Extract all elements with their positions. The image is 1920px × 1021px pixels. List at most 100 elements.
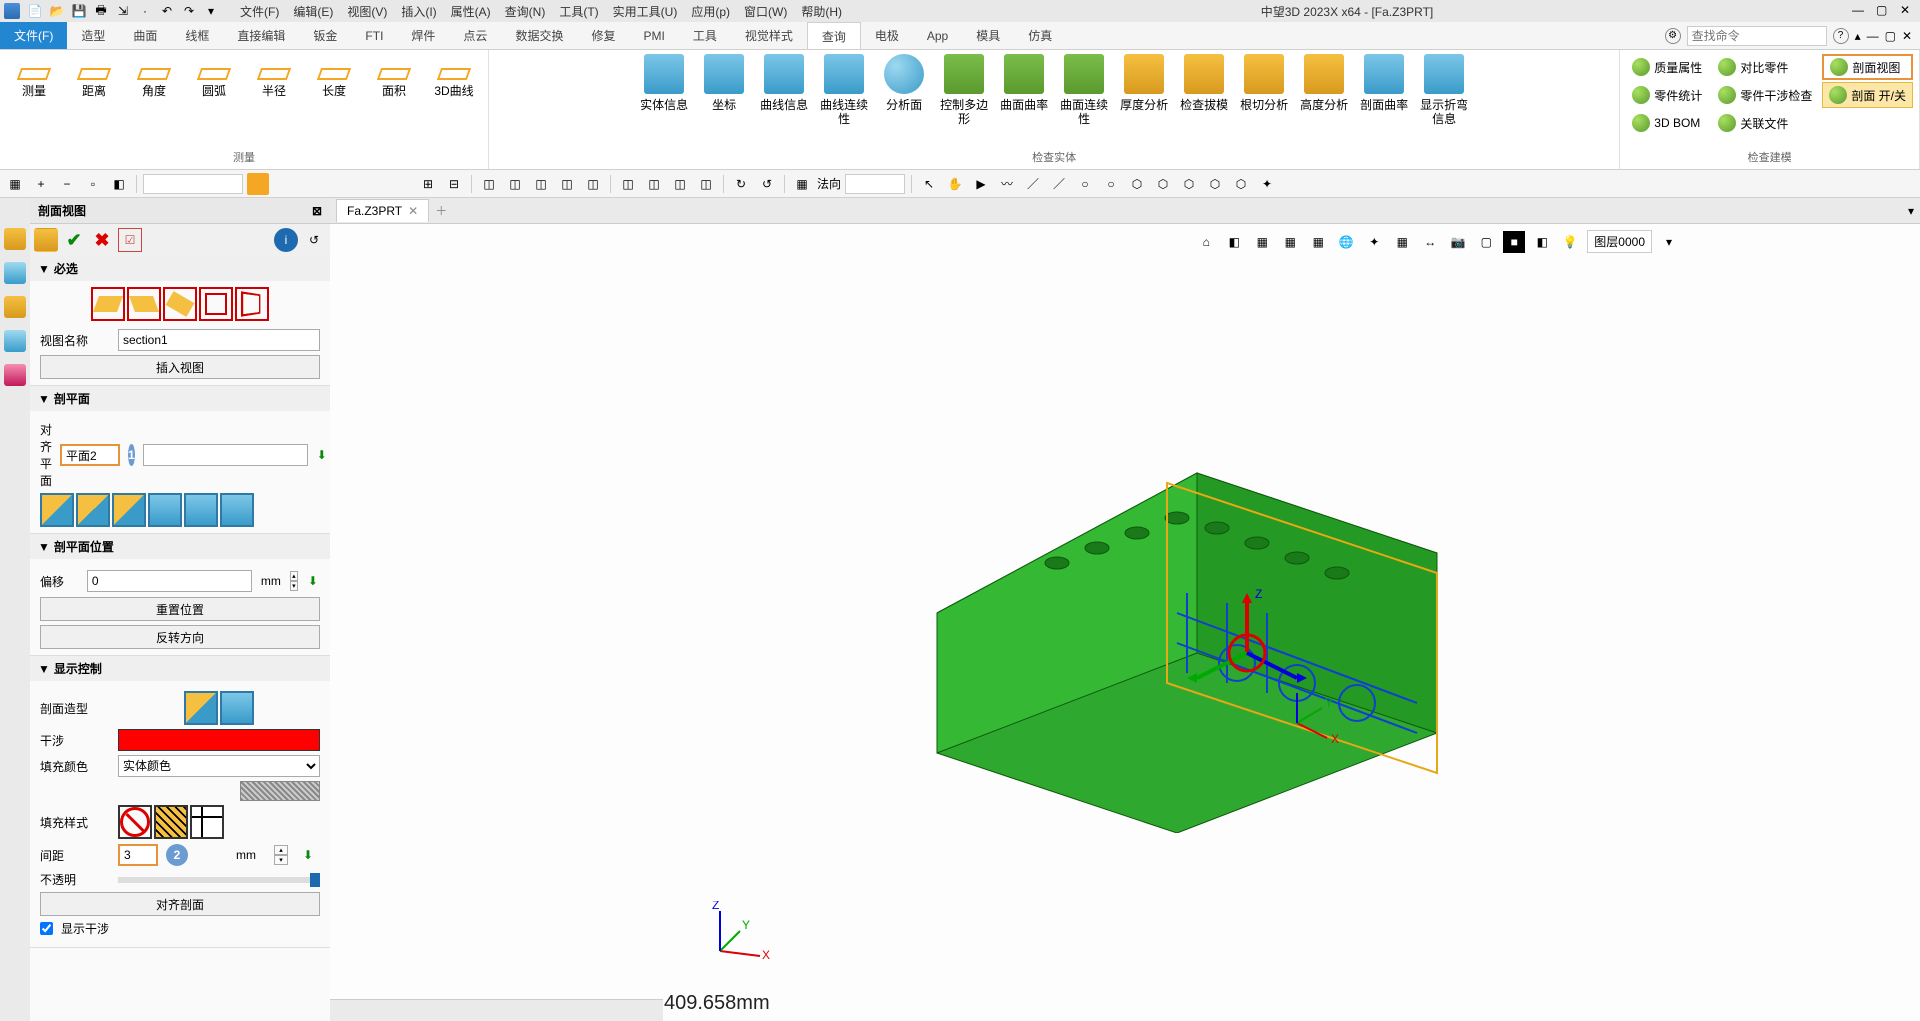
align-plane-input[interactable] [60, 444, 120, 466]
height-button[interactable]: 高度分析 [1296, 54, 1352, 112]
section-shape-2[interactable] [220, 691, 254, 725]
vt-cube3-icon[interactable]: ▦ [1307, 231, 1329, 253]
qat-redo-icon[interactable]: ↷ [180, 2, 198, 20]
tb-n-icon[interactable]: ▦ [791, 173, 813, 195]
vt-iso-icon[interactable]: ◧ [1223, 231, 1245, 253]
menu-insert[interactable]: 插入(I) [401, 3, 436, 20]
tb-e-icon[interactable]: ◫ [530, 173, 552, 195]
menu-tools[interactable]: 工具(T) [559, 3, 598, 20]
ribbon-tab-wireframe[interactable]: 线框 [171, 22, 223, 49]
tb-cube-icon[interactable]: ◧ [108, 173, 130, 195]
ribbon-tab-file[interactable]: 文件(F) [0, 22, 67, 49]
ribbon-tab-mold[interactable]: 模具 [962, 22, 1014, 49]
vt-cube2-icon[interactable]: ▦ [1279, 231, 1301, 253]
rail-btn-5[interactable] [4, 364, 26, 386]
qat-print-icon[interactable]: 🖶 [92, 2, 110, 20]
curve3d-button[interactable]: 3D曲线 [426, 54, 482, 98]
ribbon-tab-directedit[interactable]: 直接编辑 [223, 22, 299, 49]
surfcurv-button[interactable]: 曲面曲率 [996, 54, 1052, 112]
minimize-icon[interactable]: — [1852, 3, 1868, 19]
align-plane-picker-icon[interactable]: ⬇ [316, 443, 328, 467]
curvecont-button[interactable]: 曲线连续性 [816, 54, 872, 126]
tb-a-icon[interactable]: ⊞ [417, 173, 439, 195]
tb-play-icon[interactable]: ▶ [970, 173, 992, 195]
offset-picker-icon[interactable]: ⬇ [306, 569, 320, 593]
reset-position-button[interactable]: 重置位置 [40, 597, 320, 621]
tb-h-icon[interactable]: ◫ [617, 173, 639, 195]
maximize-icon[interactable]: ▢ [1876, 3, 1892, 19]
document-tab[interactable]: Fa.Z3PRT ✕ [336, 199, 429, 222]
bendinfo-button[interactable]: 显示折弯信息 [1416, 54, 1472, 126]
tb-sketch2-icon[interactable]: ／ [1022, 173, 1044, 195]
entityinfo-button[interactable]: 实体信息 [636, 54, 692, 112]
ribbon-tab-fti[interactable]: FTI [351, 22, 397, 49]
menu-apps[interactable]: 应用(p) [691, 3, 730, 20]
plane-preset-3[interactable] [112, 493, 146, 527]
hatch-grid[interactable] [190, 805, 224, 839]
panel-collapse-icon[interactable]: ⊠ [312, 204, 322, 218]
panel-cube-icon[interactable] [34, 228, 58, 252]
section-type-2[interactable] [127, 287, 161, 321]
tb-sketch11-icon[interactable]: ✦ [1256, 173, 1278, 195]
tb-sketch6-icon[interactable]: ⬡ [1126, 173, 1148, 195]
area-button[interactable]: 面积 [366, 54, 422, 98]
tb-l-icon[interactable]: ↻ [730, 173, 752, 195]
qat-dropdown-icon[interactable]: ▾ [202, 2, 220, 20]
ribbon-tab-pointcloud[interactable]: 点云 [449, 22, 501, 49]
ribbon-tab-modeling[interactable]: 造型 [67, 22, 119, 49]
ribbon-tab-dataexchange[interactable]: 数据交换 [501, 22, 577, 49]
menu-edit[interactable]: 编辑(E) [293, 3, 333, 20]
tb-f-icon[interactable]: ◫ [556, 173, 578, 195]
direction-input[interactable] [845, 174, 905, 194]
hatch-none[interactable] [118, 805, 152, 839]
rail-btn-3[interactable] [4, 296, 26, 318]
arc-button[interactable]: 圆弧 [186, 54, 242, 98]
ribbon-close-icon[interactable]: ✕ [1902, 29, 1912, 43]
tb-sketch4-icon[interactable]: ○ [1074, 173, 1096, 195]
ribbon-tab-query[interactable]: 查询 [807, 22, 861, 49]
section-required-head[interactable]: ▼ 必选 [30, 256, 330, 281]
plane-preset-5[interactable] [184, 493, 218, 527]
close-icon[interactable]: ✕ [1900, 3, 1916, 19]
document-tab-add-icon[interactable]: ＋ [435, 202, 453, 220]
coord-button[interactable]: 坐标 [696, 54, 752, 112]
vt-dim-icon[interactable]: ↔ [1419, 231, 1441, 253]
compare-parts-button[interactable]: 对比零件 [1712, 54, 1818, 80]
vt-sq2-icon[interactable]: ■ [1503, 231, 1525, 253]
hatch-lines[interactable] [154, 805, 188, 839]
document-tab-close-icon[interactable]: ✕ [408, 204, 418, 218]
analyzesurf-button[interactable]: 分析面 [876, 54, 932, 112]
rail-btn-2[interactable] [4, 262, 26, 284]
help-icon[interactable]: ? [1833, 28, 1849, 44]
opacity-slider[interactable] [118, 877, 320, 883]
ribbon-tab-electrode[interactable]: 电极 [861, 22, 913, 49]
reset-icon[interactable]: ↺ [302, 228, 326, 252]
tb-m-icon[interactable]: ↺ [756, 173, 778, 195]
vt-sq1-icon[interactable]: ▢ [1475, 231, 1497, 253]
undercut-button[interactable]: 根切分析 [1236, 54, 1292, 112]
layer-selector[interactable]: 图层0000 [1587, 230, 1652, 253]
curveinfo-button[interactable]: 曲线信息 [756, 54, 812, 112]
section-type-5[interactable] [235, 287, 269, 321]
ok-button[interactable]: ✔ [62, 228, 86, 252]
section-toggle-button[interactable]: 剖面 开/关 [1822, 82, 1913, 108]
ribbon-tab-sheetmetal[interactable]: 钣金 [299, 22, 351, 49]
document-tabs-menu-icon[interactable]: ▾ [1908, 204, 1914, 218]
part-stats-button[interactable]: 零件统计 [1626, 82, 1708, 108]
ribbon-tab-app[interactable]: App [913, 22, 962, 49]
menu-window[interactable]: 窗口(W) [744, 3, 787, 20]
menu-help[interactable]: 帮助(H) [801, 3, 842, 20]
tb-d-icon[interactable]: ◫ [504, 173, 526, 195]
ribbon-min-icon[interactable]: — [1867, 29, 1879, 43]
ribbon-tab-surface[interactable]: 曲面 [119, 22, 171, 49]
section-shape-1[interactable] [184, 691, 218, 725]
rail-btn-1[interactable] [4, 228, 26, 250]
section-display-head[interactable]: ▼ 显示控制 [30, 656, 330, 681]
menu-view[interactable]: 视图(V) [347, 3, 387, 20]
tb-j-icon[interactable]: ◫ [669, 173, 691, 195]
vt-bulb-icon[interactable]: 💡 [1559, 231, 1581, 253]
length-button[interactable]: 长度 [306, 54, 362, 98]
mass-properties-button[interactable]: 质量属性 [1626, 54, 1708, 80]
section-position-head[interactable]: ▼ 剖平面位置 [30, 534, 330, 559]
info-icon[interactable]: i [274, 228, 298, 252]
